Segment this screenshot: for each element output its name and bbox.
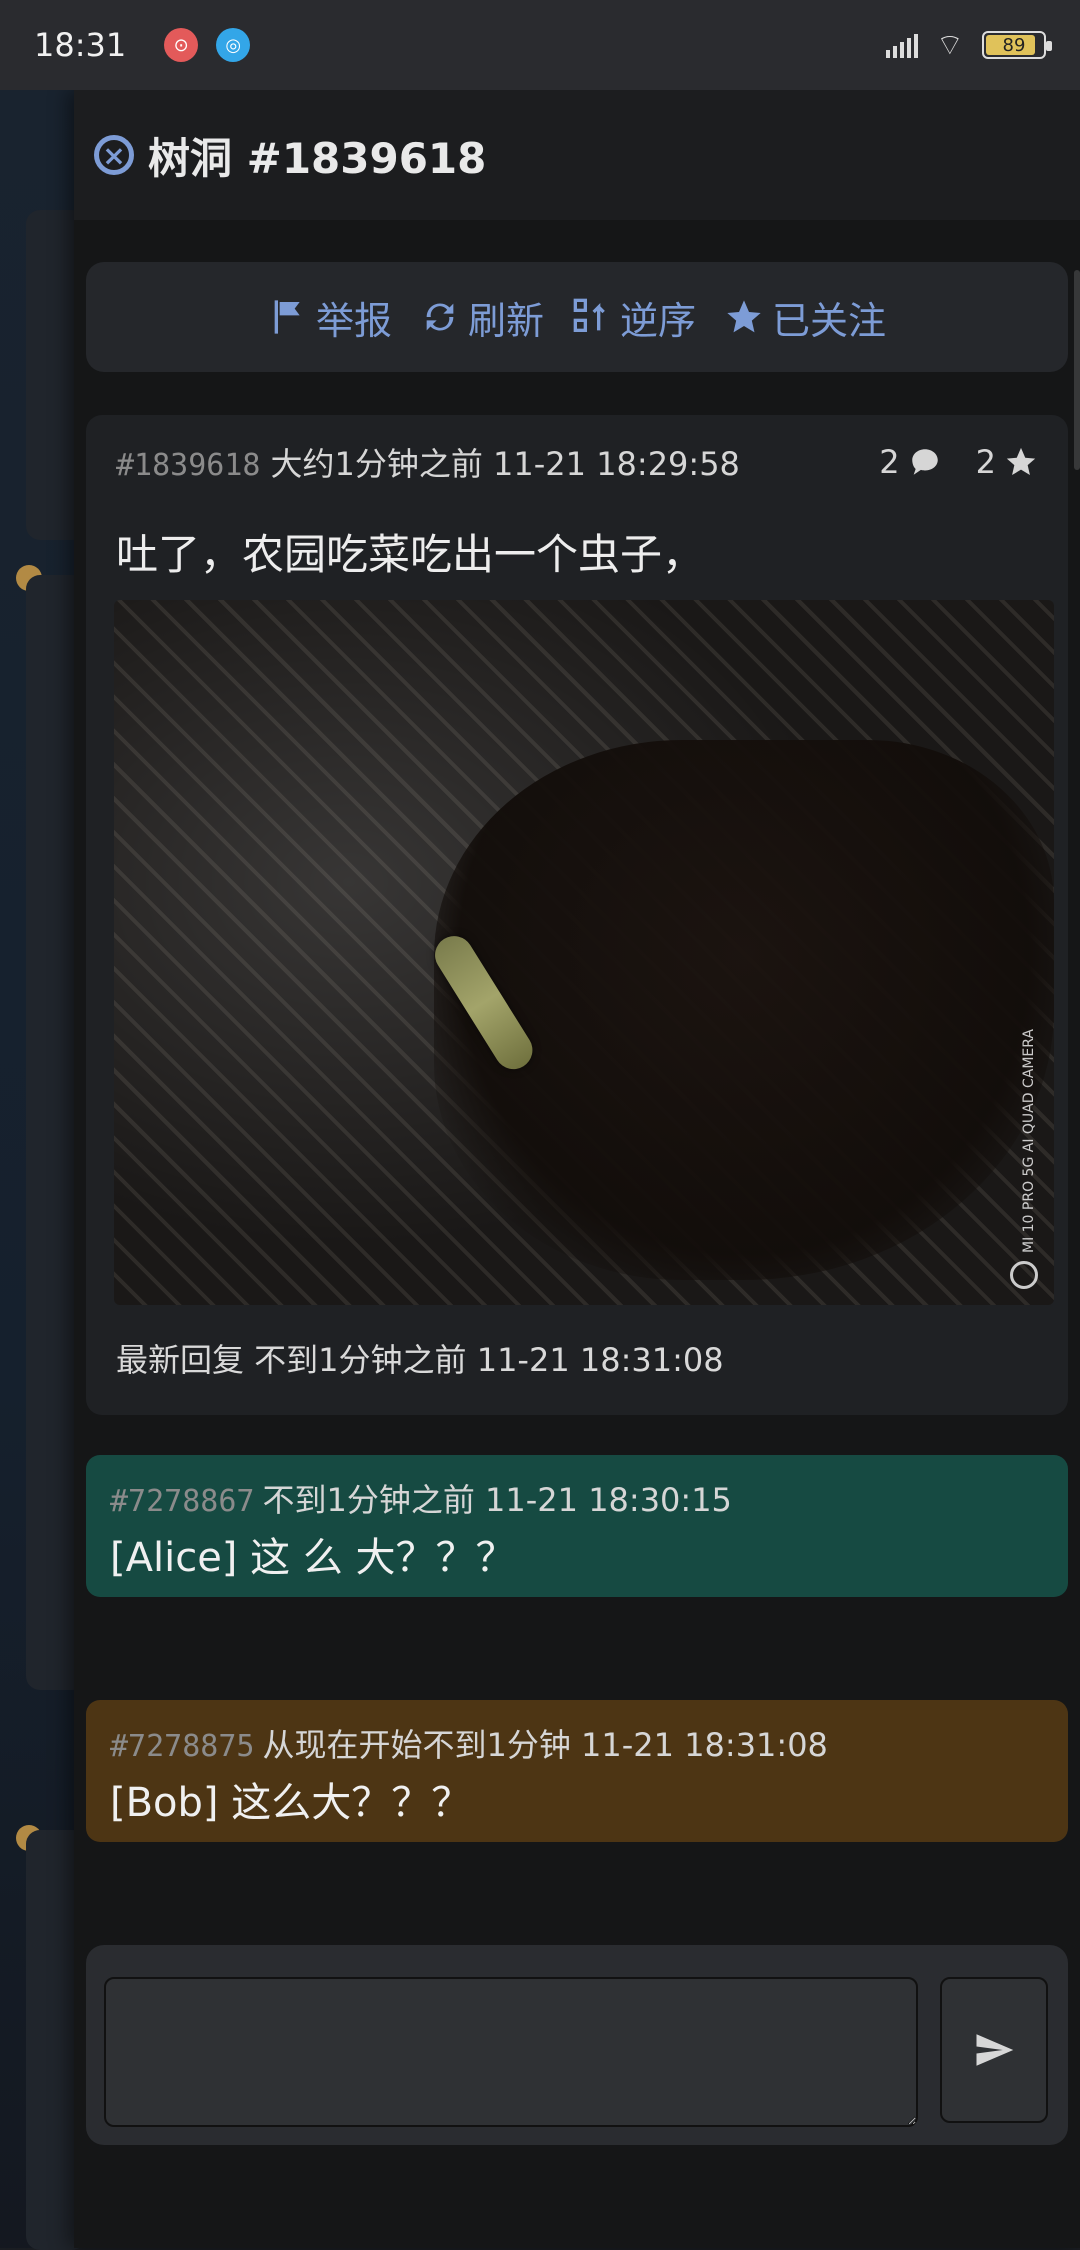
send-icon [976, 2034, 1014, 2066]
post-image[interactable]: MI 10 PRO 5G AI QUAD CAMERA [114, 600, 1054, 1305]
watermark-text: MI 10 PRO 5G AI QUAD CAMERA [1021, 1028, 1038, 1253]
status-left: 18:31 ⊙ ◎ [34, 26, 251, 64]
post-text: 吐了，农园吃菜吃出一个虫子， [116, 530, 705, 579]
star-icon [724, 297, 764, 337]
image-watermark: MI 10 PRO 5G AI QUAD CAMERA [954, 1029, 1038, 1289]
app-notification-icon: ◎ [216, 28, 251, 62]
sort-reverse-icon [572, 297, 612, 337]
signal-icon [885, 32, 918, 58]
latest-reply: 最新回复 不到1分钟之前 11-21 18:31:08 [116, 1341, 724, 1379]
reverse-order-label: 逆序 [620, 298, 697, 343]
follow-label: 已关注 [772, 298, 887, 343]
thread-toolbar: 举报 刷新 逆序 已关注 [86, 262, 1068, 372]
status-bar: 18:31 ⊙ ◎ ⌔ 89 [0, 0, 1080, 90]
thread-panel: × 树洞 #1839618 举报 刷新 逆序 已关注 #1839618 大约1分… [74, 90, 1080, 2248]
reverse-order-button[interactable]: 逆序 [572, 290, 696, 345]
star-count: 2 [976, 443, 1038, 481]
reply-id: #7278875 [110, 1729, 255, 1764]
comment-count: 2 [879, 443, 941, 481]
post-time: 大约1分钟之前 11-21 18:29:58 [270, 445, 740, 483]
battery-icon: 89 [982, 31, 1052, 59]
reply-card[interactable]: #7278875 从现在开始不到1分钟 11-21 18:31:08 [Bob]… [86, 1700, 1068, 1842]
wifi-icon: ⌔ [935, 28, 964, 63]
status-right: ⌔ 89 [885, 26, 1052, 64]
comment-count-value: 2 [879, 443, 900, 481]
battery-percentage: 89 [1002, 34, 1026, 56]
star-count-value: 2 [975, 443, 996, 481]
post-meta-row: #1839618 大约1分钟之前 11-21 18:29:58 2 2 [116, 439, 1038, 485]
post-counters: 2 2 [879, 443, 1038, 481]
reply-id: #7278867 [110, 1484, 255, 1519]
reply-meta: #7278867 不到1分钟之前 11-21 18:30:15 [110, 1475, 732, 1521]
refresh-label: 刷新 [467, 298, 544, 343]
send-button[interactable] [940, 1977, 1048, 2123]
close-icon[interactable]: × [94, 135, 134, 175]
reply-time: 从现在开始不到1分钟 11-21 18:31:08 [262, 1726, 828, 1764]
reply-meta: #7278875 从现在开始不到1分钟 11-21 18:31:08 [110, 1720, 828, 1766]
reply-time: 不到1分钟之前 11-21 18:30:15 [262, 1481, 732, 1519]
comment-icon [911, 449, 938, 475]
reply-card[interactable]: #7278867 不到1分钟之前 11-21 18:30:15 [Alice] … [86, 1455, 1068, 1597]
reply-text: [Alice] 这 么 大？？？ [110, 1535, 516, 1581]
main-post-card[interactable]: #1839618 大约1分钟之前 11-21 18:29:58 2 2 吐了，农… [86, 415, 1068, 1415]
panel-title: 树洞 #1839618 [148, 133, 487, 183]
refresh-icon [420, 297, 460, 337]
report-label: 举报 [315, 298, 392, 343]
star-icon [1006, 447, 1036, 476]
panel-scrollbar[interactable] [1074, 270, 1080, 470]
panel-header: × 树洞 #1839618 [74, 90, 1080, 220]
report-button[interactable]: 举报 [268, 290, 392, 345]
clock: 18:31 [34, 26, 127, 64]
follow-button[interactable]: 已关注 [724, 290, 886, 345]
refresh-button[interactable]: 刷新 [420, 290, 544, 345]
reply-input[interactable] [104, 1977, 918, 2127]
reply-compose-bar [86, 1945, 1068, 2145]
post-id: #1839618 [116, 448, 261, 483]
camera-logo-icon [1010, 1261, 1038, 1289]
post-meta: #1839618 大约1分钟之前 11-21 18:29:58 [116, 439, 740, 485]
flag-icon [268, 297, 308, 337]
netease-music-icon: ⊙ [164, 28, 199, 62]
reply-text: [Bob] 这么大？？？ [110, 1780, 472, 1826]
